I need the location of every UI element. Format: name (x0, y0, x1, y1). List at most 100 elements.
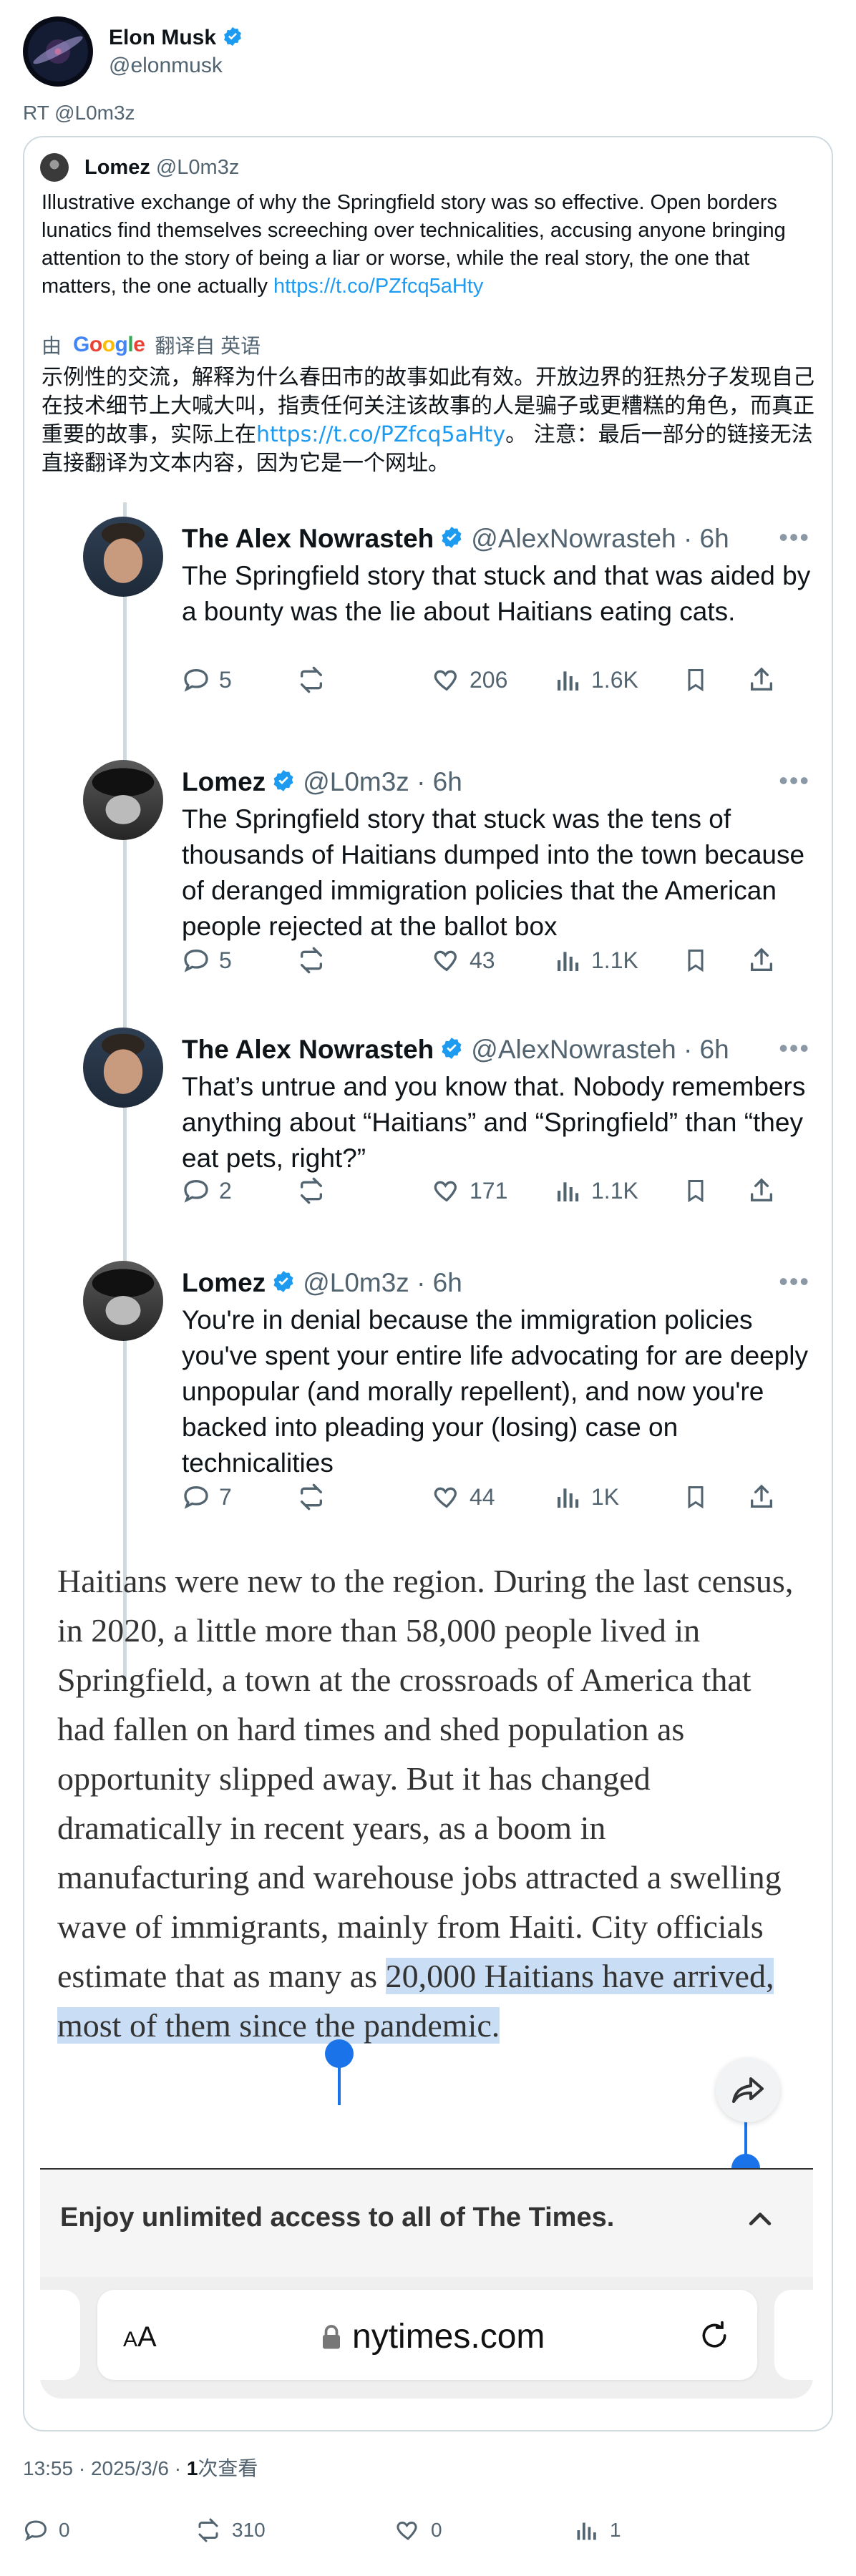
verified-badge-icon (439, 1036, 464, 1064)
url-text: nytimes.com (352, 2318, 545, 2356)
tweet-views-count: 1 (186, 2457, 198, 2479)
view-count: 1.1K (554, 1176, 683, 1205)
translated-text: 示例性的交流，解释为什么春田市的故事如此有效。开放边界的狂热分子发现自己在技术细… (42, 364, 823, 478)
reply-count: 7 (182, 1483, 296, 1511)
reply-action-bar: 2 171 1.1K (182, 1176, 812, 1205)
chart-icon (558, 671, 579, 691)
reply-author-handle: @AlexNowrasteh · 6h (471, 524, 729, 553)
retweet-text: RT @L0m3z (23, 102, 135, 124)
reply-action-bar: 7 44 1K (182, 1483, 812, 1511)
reply-text: The Springfield story that stuck and tha… (182, 561, 811, 626)
verified-badge-icon (222, 26, 243, 51)
more-options-icon: ••• (779, 522, 810, 552)
like-button[interactable]: 0 (395, 2517, 574, 2543)
reply-author-name: Lomez (182, 767, 266, 796)
comment-icon (184, 949, 208, 972)
quoted-author-name[interactable]: Lomez (84, 156, 150, 180)
quoted-tweet-text: Illustrative exchange of why the Springf… (42, 189, 822, 301)
bookmark-icon (683, 665, 747, 694)
tweet-header: Elon Musk @elonmusk (23, 16, 243, 87)
like-count: 206 (432, 665, 554, 694)
quoted-tweet-link[interactable]: https://t.co/PZfcq5aHty (273, 275, 483, 298)
retweet-count (296, 946, 432, 975)
author-handle[interactable]: @elonmusk (109, 54, 243, 78)
google-logo-icon: Google (73, 333, 145, 356)
reply-text: That’s untrue and you know that. Nobody … (182, 1072, 806, 1173)
reply-action-bar: 5 206 1.6K (182, 665, 812, 694)
heart-icon (434, 1487, 457, 1508)
share-arrow-icon (716, 2058, 780, 2122)
reply-header: The Alex Nowrasteh @AlexNowrasteh · 6h (182, 524, 729, 554)
like-count: 44 (432, 1483, 554, 1511)
avatar (83, 1028, 163, 1108)
avatar (83, 1261, 163, 1341)
heart-icon (434, 670, 457, 691)
quoted-tweet-card[interactable]: Lomez @L0m3z Illustrative exchange of wh… (23, 136, 833, 2431)
reply-count: 5 (182, 946, 296, 975)
tweet-action-bar: 0 310 0 1 (23, 2517, 621, 2543)
reload-icon (699, 2320, 730, 2355)
like-count: 43 (432, 946, 554, 975)
article-text: Haitians were new to the region. During … (57, 1563, 794, 1994)
reply-action-bar: 5 43 1.1K (182, 946, 812, 975)
comment-icon (184, 1485, 208, 1509)
reply-button[interactable]: 0 (23, 2517, 195, 2543)
translate-prefix: 由 (42, 335, 62, 357)
chart-icon (558, 952, 579, 971)
translated-link[interactable]: https://t.co/PZfcq5aHty (256, 422, 505, 447)
translation-attribution: 由 Google 翻译自 英语 (42, 331, 261, 359)
avatar[interactable] (23, 16, 93, 87)
reply-header: Lomez @L0m3z · 6h (182, 1268, 462, 1298)
bookmark-icon (683, 1176, 747, 1205)
comment-icon (24, 2520, 47, 2542)
article-paragraph: Haitians were new to the region. During … (57, 1556, 794, 2050)
reply-count: 2 (182, 1176, 296, 1205)
thread-reply: Lomez @L0m3z · 6h ••• The Springfield st… (60, 760, 826, 996)
verified-badge-icon (271, 1269, 296, 1297)
reply-author-name: The Alex Nowrasteh (182, 1035, 434, 1064)
comment-icon (184, 1179, 208, 1203)
more-options-icon: ••• (779, 1267, 810, 1296)
reply-author-handle: @L0m3z · 6h (303, 1268, 462, 1297)
chart-icon (558, 1182, 579, 1201)
heart-icon (434, 1181, 457, 1202)
retweet-icon (301, 666, 322, 693)
bookmark-icon (683, 1483, 747, 1511)
thread-reply: Lomez @L0m3z · 6h ••• You're in denial b… (60, 1261, 826, 1533)
views-button[interactable]: 1 (574, 2517, 621, 2543)
reply-author-handle: @AlexNowrasteh · 6h (471, 1035, 729, 1064)
share-icon (747, 946, 776, 975)
like-count: 171 (432, 1176, 554, 1205)
comment-icon (184, 668, 208, 692)
heart-icon (434, 950, 457, 972)
author-name-row: Elon Musk (109, 26, 243, 51)
retweet-icon (198, 2518, 218, 2542)
more-options-icon: ••• (779, 766, 810, 795)
reply-header: The Alex Nowrasteh @AlexNowrasteh · 6h (182, 1035, 729, 1065)
quoted-author-handle[interactable]: @L0m3z (156, 156, 239, 180)
view-count: 1K (554, 1483, 683, 1511)
chevron-up-icon (744, 2204, 776, 2239)
quoted-tweet-header: Lomez @L0m3z (40, 153, 239, 182)
retweet-count (296, 1176, 432, 1205)
tweet-time[interactable]: 13:55 · 2025/3/6 · (23, 2457, 187, 2479)
reply-text: You're in denial because the immigration… (182, 1305, 809, 1478)
retweet-icon (301, 1177, 322, 1204)
view-count: 1.1K (554, 946, 683, 975)
share-icon (747, 1483, 776, 1511)
text-size-icon: AA (123, 2321, 157, 2353)
share-icon (747, 665, 776, 694)
author-name[interactable]: Elon Musk (109, 26, 216, 50)
verified-badge-icon (271, 769, 296, 796)
thread-reply: The Alex Nowrasteh @AlexNowrasteh · 6h •… (60, 1028, 826, 1235)
reply-author-handle: @L0m3z · 6h (303, 767, 462, 796)
share-icon (747, 1176, 776, 1205)
tab-right-edge (774, 2290, 813, 2380)
reply-header: Lomez @L0m3z · 6h (182, 767, 462, 797)
more-options-icon: ••• (779, 1033, 810, 1063)
retweet-count (296, 1483, 432, 1511)
translate-suffix[interactable]: 翻译自 英语 (155, 331, 261, 359)
avatar[interactable] (40, 153, 69, 182)
retweet-button[interactable]: 310 (195, 2517, 395, 2543)
tab-left-edge (40, 2290, 80, 2380)
